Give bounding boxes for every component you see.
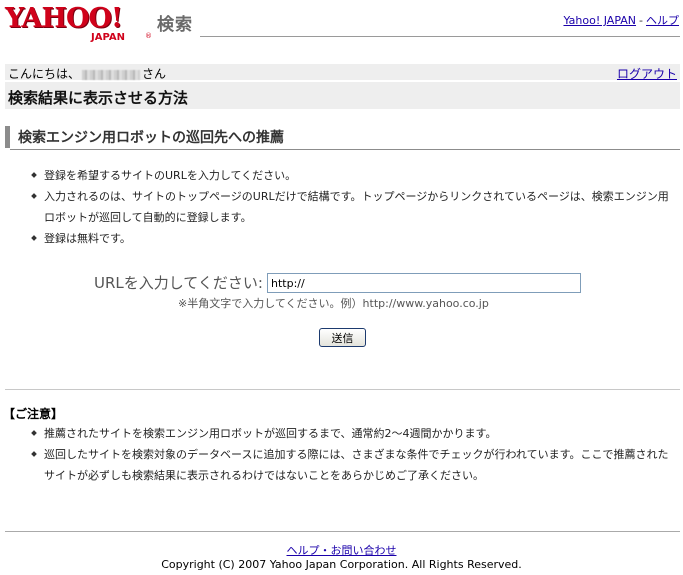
section-accent-bar — [5, 126, 10, 148]
help-link[interactable]: ヘルプ — [646, 14, 679, 27]
logo-registered-mark: ® — [145, 32, 152, 40]
section-title: 検索エンジン用ロボットの巡回先への推薦 — [18, 130, 284, 146]
link-separator: - — [639, 14, 643, 27]
yahoo-japan-link[interactable]: Yahoo! JAPAN — [563, 14, 636, 27]
footer-links: ヘルプ・お問い合わせ — [0, 542, 683, 558]
yahoo-japan-logo[interactable]: YAHOO! JAPAN ® — [5, 4, 155, 50]
list-item: 巡回したサイトを検索対象のデータベースに追加する際には、さまざまな条件でチェック… — [30, 444, 670, 486]
footer-divider — [5, 531, 680, 532]
greeting-suffix: さん — [142, 67, 167, 81]
page-title: 検索結果に表示させる方法 — [8, 89, 189, 107]
logo-wordmark: YAHOO! — [5, 3, 123, 34]
notice-title: 【ご注意】 — [3, 407, 64, 421]
greeting-prefix: こんにちは、 — [8, 67, 81, 81]
service-name: 検索 — [157, 15, 193, 35]
notice-list: 推薦されたサイトを検索エンジン用ロボットが巡回するまで、通常約2〜4週間かかりま… — [30, 423, 670, 486]
header-divider — [200, 36, 680, 37]
list-item: 入力されるのは、サイトのトップページのURLだけで結構です。トップページからリン… — [30, 186, 670, 228]
url-label: URLを入力してください: — [94, 274, 263, 292]
list-item: 推薦されたサイトを検索エンジン用ロボットが巡回するまで、通常約2〜4週間かかりま… — [30, 423, 670, 444]
instructions-list: 登録を希望するサイトのURLを入力してください。 入力されるのは、サイトのトップ… — [30, 165, 670, 249]
copyright-text: Copyright (C) 2007 Yahoo Japan Corporati… — [161, 558, 522, 571]
page-title-bar: 検索結果に表示させる方法 — [5, 82, 680, 109]
top-links: Yahoo! JAPAN - ヘルプ — [563, 12, 679, 28]
greeting-bar: こんにちは、 さん ログアウト — [5, 64, 680, 82]
help-contact-link[interactable]: ヘルプ・お問い合わせ — [287, 544, 397, 557]
content-divider — [5, 389, 680, 390]
greeting-text: こんにちは、 さん — [8, 65, 166, 82]
url-format-note: ※半角文字で入力してください。例）http://www.yahoo.co.jp — [178, 297, 489, 310]
list-item: 登録を希望するサイトのURLを入力してください。 — [30, 165, 670, 186]
logout-link[interactable]: ログアウト — [617, 65, 677, 82]
submit-button[interactable]: 送信 — [319, 328, 366, 347]
list-item: 登録は無料です。 — [30, 228, 670, 249]
logo-subtext: JAPAN — [91, 32, 125, 43]
section-divider — [10, 149, 680, 150]
url-input[interactable] — [267, 273, 581, 293]
masked-username — [82, 69, 141, 80]
